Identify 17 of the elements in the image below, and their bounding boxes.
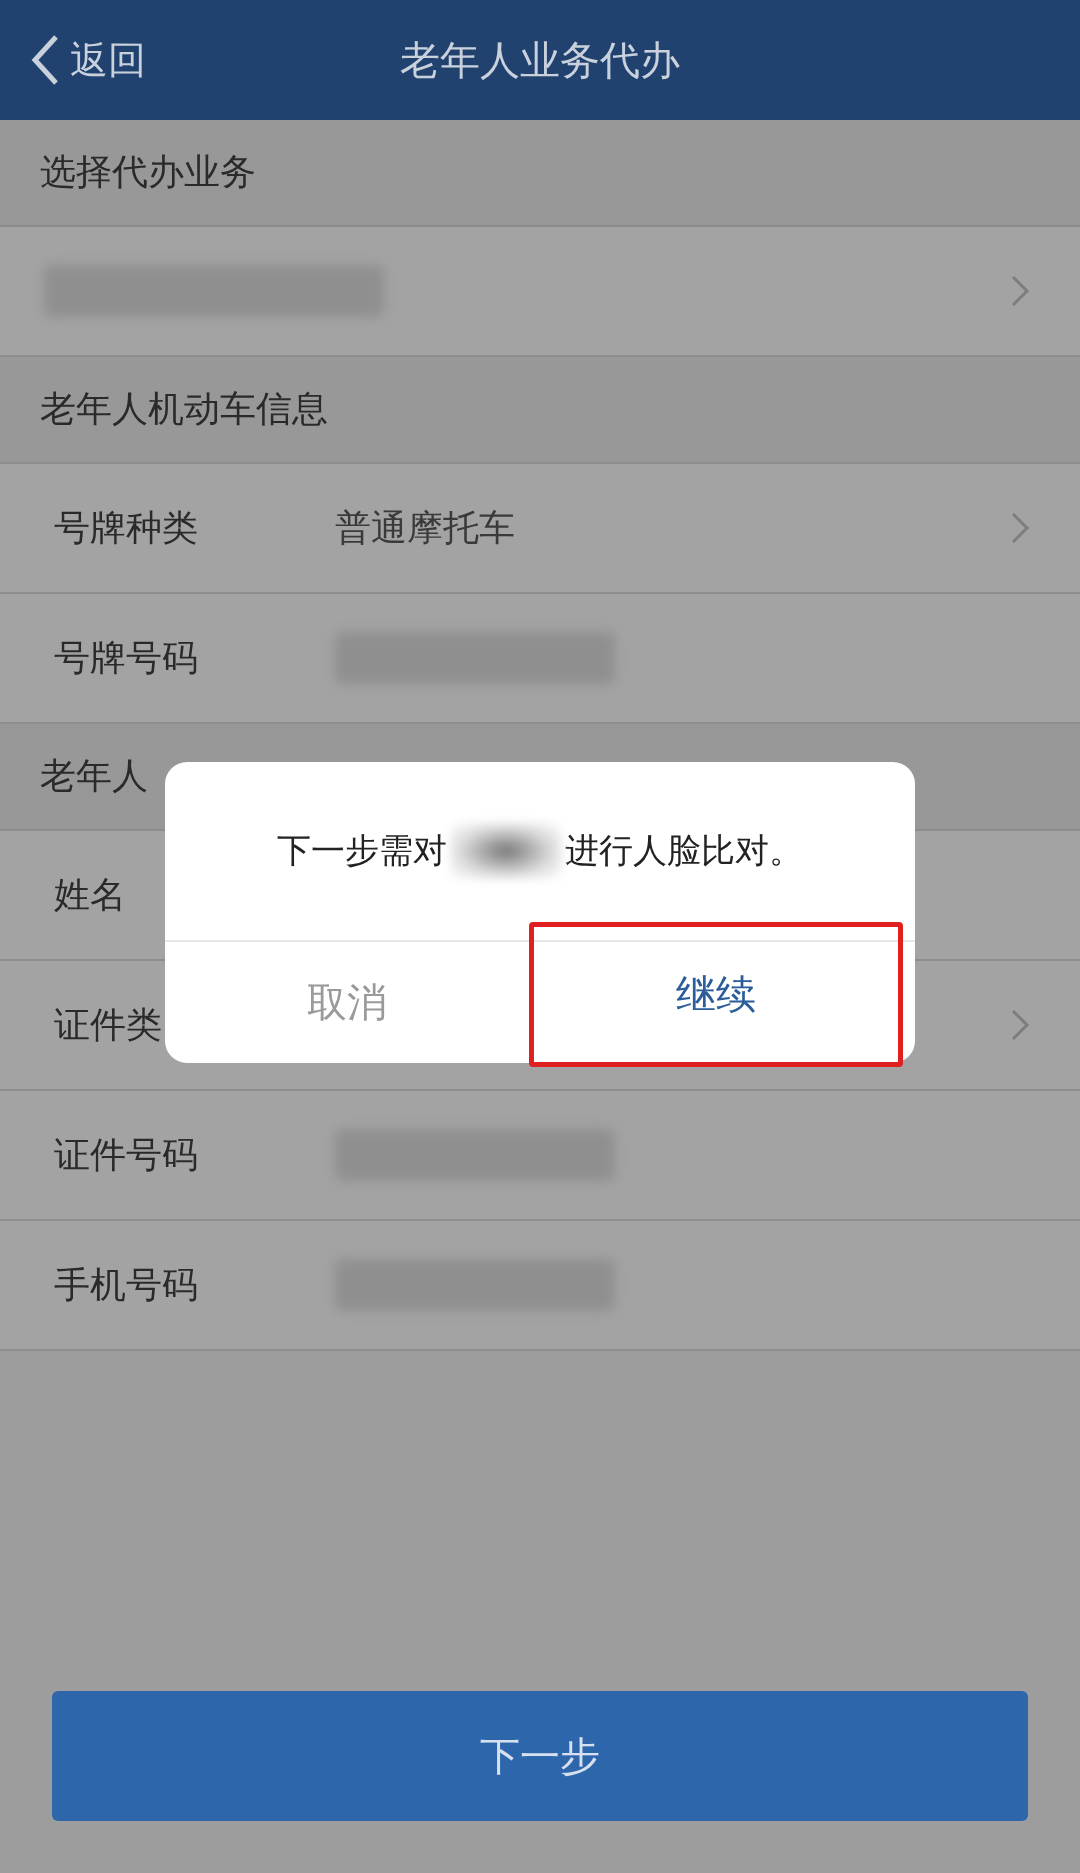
section-title: 老年人	[40, 754, 148, 798]
dialog-message: 进行人脸比对。	[565, 829, 803, 872]
back-icon	[30, 34, 60, 86]
dialog-message: 下一步需对	[277, 829, 447, 872]
field-label: 姓名	[54, 872, 126, 917]
field-label: 证件号码	[54, 1132, 198, 1177]
next-button[interactable]: 下一步	[52, 1691, 1028, 1821]
back-button[interactable]: 返回	[30, 34, 146, 86]
screen-title: 老年人业务代办	[399, 35, 681, 85]
field-label: 号牌号码	[54, 635, 198, 680]
highlighted-dialog-button[interactable]: 继续	[529, 922, 903, 1067]
field-label: 手机号码	[54, 1262, 198, 1307]
field-label: 号牌种类	[54, 505, 198, 550]
field-label: 证件类	[54, 1002, 162, 1047]
section-title: 选择代办业务	[40, 150, 256, 194]
section-title: 老年人机动车信息	[40, 387, 328, 431]
field-value: 普通摩托车	[335, 505, 515, 550]
